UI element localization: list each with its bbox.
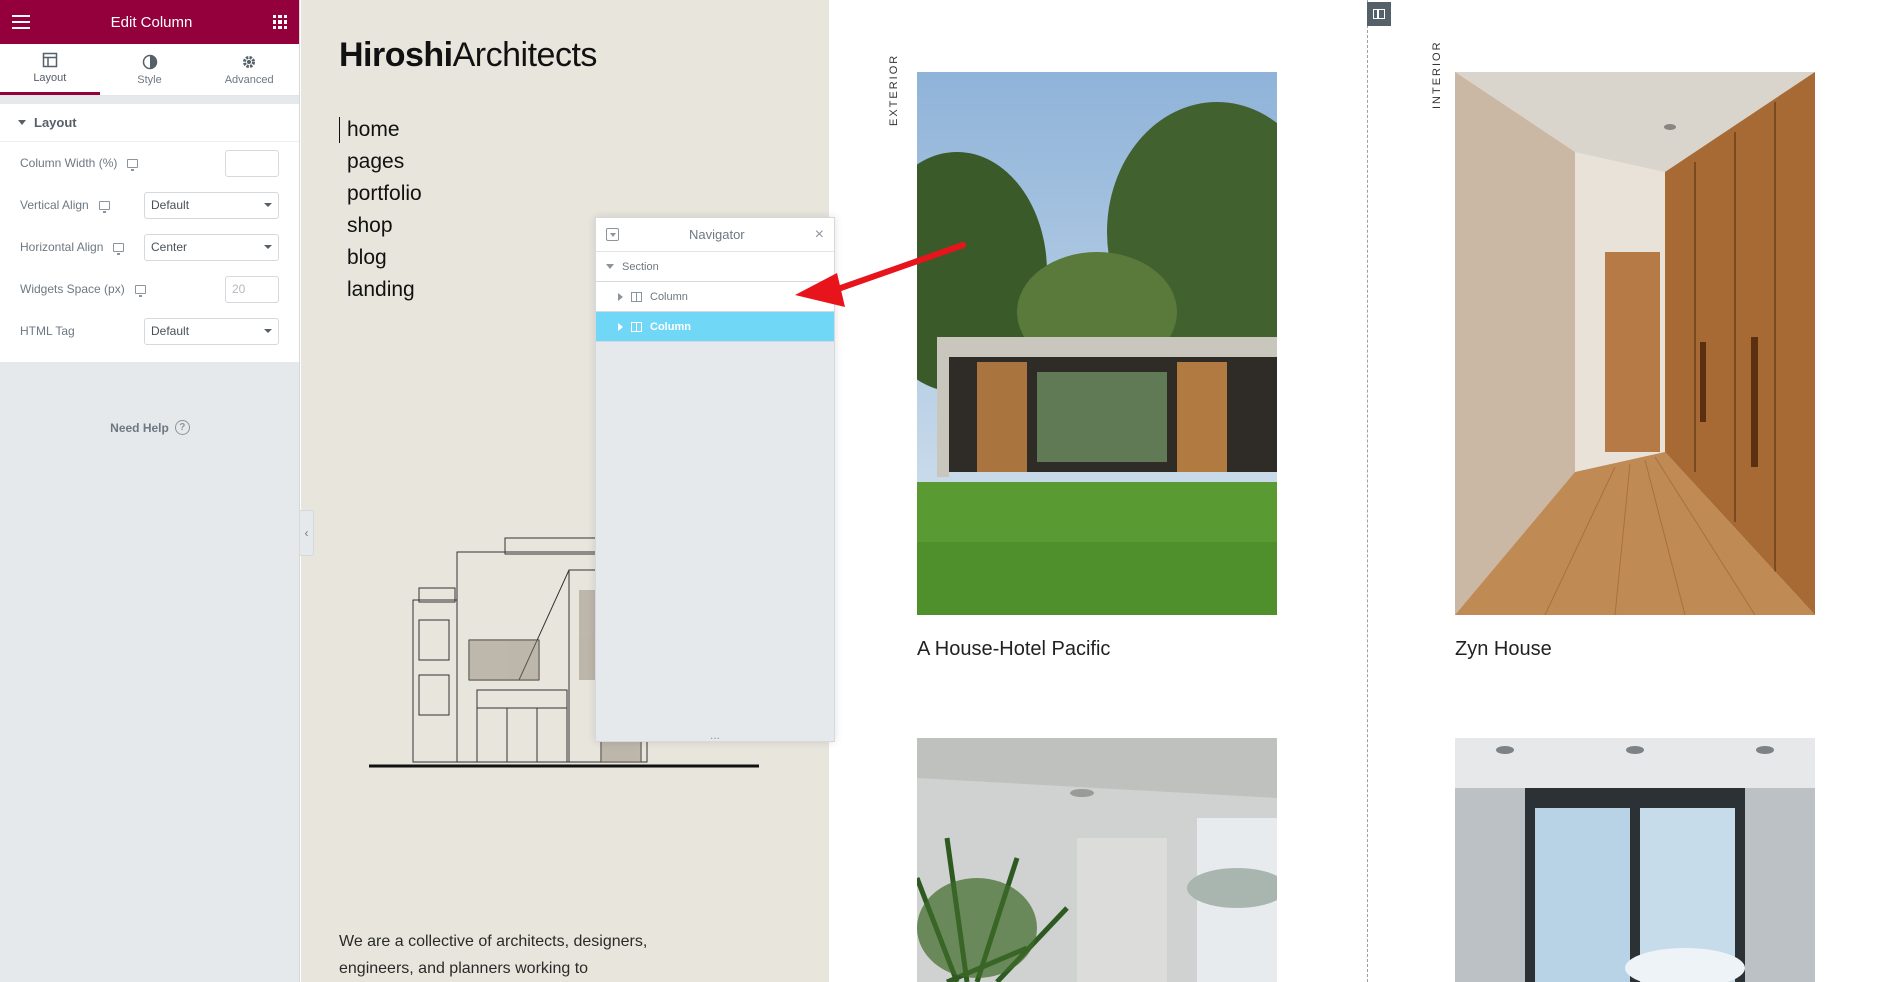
navigator-section-label: Section <box>622 260 659 273</box>
widgets-space-label: Widgets Space (px) <box>20 282 125 296</box>
desktop-icon[interactable] <box>127 158 139 171</box>
column-edit-handle[interactable] <box>1367 2 1391 26</box>
column-icon <box>631 321 642 332</box>
menu-item-home[interactable]: home <box>347 114 422 146</box>
tab-layout[interactable]: Layout <box>0 44 100 95</box>
horizontal-align-value: Center <box>151 240 188 254</box>
need-help-link[interactable]: Need Help ? <box>0 420 300 435</box>
caret-down-icon <box>606 264 614 269</box>
interior-column[interactable]: INTERIOR Zyn House <box>1367 0 1898 982</box>
caret-down-icon <box>18 120 26 125</box>
tab-style[interactable]: Style <box>100 44 200 95</box>
tab-layout-label: Layout <box>33 72 67 84</box>
help-icon: ? <box>174 420 190 435</box>
logo-light: Architects <box>452 36 598 74</box>
layout-icon <box>42 52 58 68</box>
main-menu: home pages portfolio shop blog landing <box>347 114 422 306</box>
menu-item-portfolio[interactable]: portfolio <box>347 178 422 210</box>
column-icon <box>631 291 642 302</box>
html-tag-control: HTML Tag Default <box>0 310 299 352</box>
desktop-icon[interactable] <box>113 242 125 255</box>
menu-item-blog[interactable]: blog <box>347 242 422 274</box>
tab-style-label: Style <box>137 73 162 86</box>
collapse-panel-handle[interactable]: ‹ <box>300 510 314 556</box>
horizontal-align-label: Horizontal Align <box>20 240 104 254</box>
column-width-input[interactable] <box>225 149 279 177</box>
intro-text: We are a collective of architects, desig… <box>339 933 648 977</box>
site-preview: HiroshiArchitects home pages portfolio s… <box>301 0 1898 982</box>
text-cursor <box>339 117 340 143</box>
menu-item-landing[interactable]: landing <box>347 274 422 306</box>
editor-panel: Edit Column Layout Style Advanced Layout… <box>0 0 300 982</box>
project-title-interior[interactable]: Zyn House <box>1455 638 1552 661</box>
layout-section-title: Layout <box>34 115 77 130</box>
layout-section: Layout Column Width (%) Vertical Align D… <box>0 104 299 362</box>
column-width-label: Column Width (%) <box>20 156 118 170</box>
desktop-icon[interactable] <box>134 284 146 297</box>
desktop-icon[interactable] <box>98 200 110 213</box>
column-width-control: Column Width (%) <box>0 142 299 184</box>
dropdown-caret-icon <box>264 203 272 207</box>
widgets-grid-icon[interactable] <box>272 15 287 29</box>
navigator-column-label: Column <box>650 320 691 333</box>
site-logo[interactable]: HiroshiArchitects <box>339 36 597 75</box>
vertical-align-select[interactable]: Default <box>144 191 279 219</box>
layout-section-toggle[interactable]: Layout <box>0 104 299 142</box>
tab-advanced[interactable]: Advanced <box>199 44 299 95</box>
interior-hallway-photo[interactable] <box>1455 72 1815 615</box>
panel-header: Edit Column <box>0 0 299 44</box>
exterior-concrete-photo[interactable] <box>917 738 1277 982</box>
resize-grip-icon[interactable]: ... <box>596 729 834 741</box>
menu-icon[interactable] <box>12 15 30 29</box>
exterior-column[interactable]: EXTERIOR A House-Hotel Pacific <box>829 0 1367 982</box>
navigator-item-column-selected[interactable]: Column <box>596 312 834 342</box>
annotation-arrow <box>795 242 966 307</box>
widgets-space-input[interactable]: 20 <box>225 275 279 303</box>
vertical-align-control: Vertical Align Default <box>0 184 299 226</box>
menu-item-pages[interactable]: pages <box>347 146 422 178</box>
interior-window-photo[interactable] <box>1455 738 1815 982</box>
tab-advanced-label: Advanced <box>224 73 274 86</box>
html-tag-select[interactable]: Default <box>144 317 279 345</box>
navigator-column-label: Column <box>650 290 688 303</box>
horizontal-align-control: Horizontal Align Center <box>0 226 299 268</box>
panel-title: Edit Column <box>110 13 193 31</box>
dropdown-caret-icon <box>264 329 272 333</box>
dropdown-caret-icon <box>264 245 272 249</box>
menu-item-shop[interactable]: shop <box>347 210 422 242</box>
horizontal-align-select[interactable]: Center <box>144 233 279 261</box>
vertical-align-label: Vertical Align <box>20 198 89 212</box>
caret-right-icon[interactable] <box>618 292 623 301</box>
style-icon <box>142 54 157 69</box>
exterior-label: EXTERIOR <box>888 53 900 126</box>
collapse-all-icon[interactable] <box>606 228 619 241</box>
widgets-space-control: Widgets Space (px) 20 <box>0 268 299 310</box>
need-help-label: Need Help <box>110 420 169 435</box>
html-tag-value: Default <box>151 324 190 338</box>
gear-icon <box>243 55 256 68</box>
exterior-house-photo[interactable] <box>917 72 1277 615</box>
navigator-title: Navigator <box>689 227 745 242</box>
logo-bold: Hiroshi <box>339 36 453 74</box>
html-tag-label: HTML Tag <box>20 324 75 338</box>
vertical-align-value: Default <box>151 198 190 212</box>
chevron-left-icon: ‹ <box>304 526 309 540</box>
column-icon <box>1373 9 1385 19</box>
interior-label: INTERIOR <box>1431 40 1443 109</box>
caret-right-icon[interactable] <box>618 322 623 331</box>
panel-tabs: Layout Style Advanced <box>0 44 299 96</box>
project-title-exterior[interactable]: A House-Hotel Pacific <box>917 638 1110 661</box>
